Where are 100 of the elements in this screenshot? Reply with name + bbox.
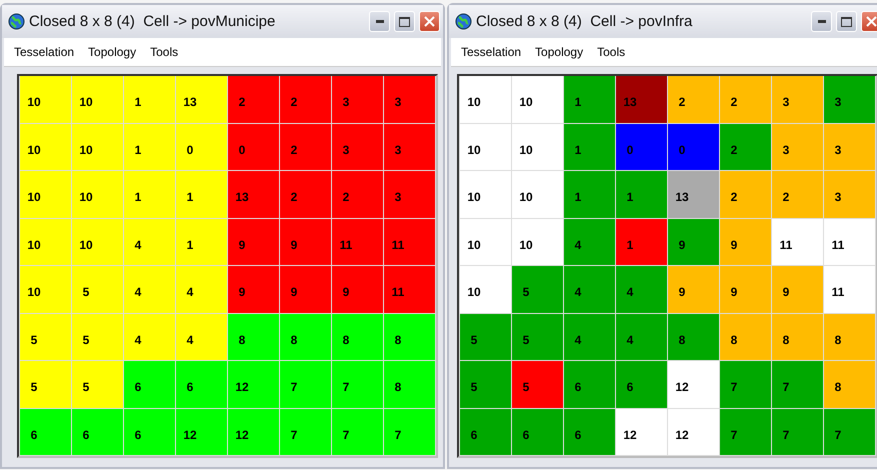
grid-cell: 10 (20, 124, 71, 170)
grid-cell: 10 (72, 171, 123, 218)
minimize-button[interactable] (369, 11, 390, 32)
grid-cell: 4 (616, 314, 667, 360)
close-icon (866, 16, 877, 27)
grid-cell: 8 (280, 314, 331, 360)
grid-cell: 6 (512, 408, 563, 455)
grid-cell: 13 (176, 76, 227, 122)
grid-cell: 11 (824, 218, 875, 265)
grid-cell: 0 (228, 124, 279, 170)
grid-cell: 11 (384, 266, 435, 312)
grid-cell: 9 (668, 266, 719, 312)
grid-cell: 3 (332, 76, 383, 122)
grid-cell: 5 (72, 361, 123, 408)
grid-cell: 8 (228, 314, 279, 360)
grid-cell: 7 (332, 361, 383, 408)
grid-cell: 1 (176, 218, 227, 265)
grid-cell: 4 (124, 266, 175, 312)
grid-cell: 9 (668, 218, 719, 265)
grid-cell: 10 (72, 76, 123, 122)
grid-cell: 4 (564, 314, 615, 360)
grid-cell: 12 (616, 408, 667, 455)
grid-cell: 10 (512, 124, 563, 170)
maximize-button[interactable] (836, 11, 857, 32)
menu-item[interactable]: Topology (535, 45, 584, 59)
minimize-icon (818, 20, 826, 23)
grid-cell: 5 (20, 361, 71, 408)
grid-cell: 2 (668, 76, 719, 122)
grid-cell: 5 (512, 266, 563, 312)
minimize-button[interactable] (811, 11, 832, 32)
grid-cell: 12 (668, 361, 719, 408)
grid-cell: 5 (512, 361, 563, 408)
close-button[interactable] (419, 11, 440, 32)
grid-cell: 6 (564, 408, 615, 455)
grid-cell: 2 (720, 124, 771, 170)
minimize-icon (376, 20, 384, 23)
grid-cell: 9 (228, 218, 279, 265)
globe-icon (8, 13, 25, 30)
grid-cell: 8 (384, 314, 435, 360)
grid-cell: 5 (512, 314, 563, 360)
grid-cell: 6 (616, 361, 667, 408)
grid-cell: 10 (460, 266, 511, 312)
grid-cell: 1 (564, 76, 615, 122)
grid-cell: 6 (460, 408, 511, 455)
grid-cell: 8 (772, 314, 823, 360)
grid-cell: 7 (720, 361, 771, 408)
grid-cell: 9 (772, 266, 823, 312)
menu-item[interactable]: Tesselation (461, 45, 522, 59)
grid-cell: 7 (824, 408, 875, 455)
grid-cell: 9 (280, 266, 331, 312)
menu-item[interactable]: Tools (150, 45, 178, 59)
grid-cell: 2 (720, 171, 771, 218)
grid-cell: 5 (20, 314, 71, 360)
grid-cell: 6 (564, 361, 615, 408)
grid-cell: 2 (720, 76, 771, 122)
grid-cell: 10 (72, 218, 123, 265)
grid-cell: 11 (772, 218, 823, 265)
grid-cell: 7 (772, 361, 823, 408)
grid-cell: 4 (176, 266, 227, 312)
grid-cell: 3 (824, 171, 875, 218)
grid-cell: 1 (124, 171, 175, 218)
grid-cell: 1 (176, 171, 227, 218)
window-title: Closed 8 x 8 (4) Cell -> povInfra (476, 13, 694, 30)
grid-cell: 3 (824, 124, 875, 170)
grid-cell: 3 (772, 76, 823, 122)
grid-cell: 5 (460, 361, 511, 408)
grid-cell: 12 (176, 408, 227, 455)
grid-cell: 2 (332, 171, 383, 218)
grid-cell: 5 (460, 314, 511, 360)
grid-cell: 2 (772, 171, 823, 218)
menu-item[interactable]: Tesselation (14, 45, 74, 59)
grid-cell: 2 (280, 124, 331, 170)
grid-cell: 11 (824, 266, 875, 312)
grid-cell: 10 (460, 124, 511, 170)
grid-cell: 9 (720, 218, 771, 265)
menu-item[interactable]: Tools (597, 45, 626, 59)
grid-cell: 3 (384, 171, 435, 218)
grid-cell: 10 (72, 124, 123, 170)
maximize-icon (399, 16, 410, 26)
grid-cell: 10 (460, 171, 511, 218)
grid-cell: 0 (616, 124, 667, 170)
grid-cell: 10 (460, 76, 511, 122)
grid-cell: 1 (616, 171, 667, 218)
close-button[interactable] (861, 11, 877, 32)
grid-cell: 2 (280, 171, 331, 218)
grid-cell: 10 (20, 218, 71, 265)
menu-item[interactable]: Topology (88, 45, 136, 59)
grid-cell: 11 (384, 218, 435, 265)
grid-cell: 12 (228, 408, 279, 455)
grid-cell: 2 (228, 76, 279, 122)
grid-cell: 3 (384, 76, 435, 122)
grid-cell: 4 (564, 218, 615, 265)
grid-cell: 1 (564, 171, 615, 218)
grid-cell: 6 (20, 408, 71, 455)
grid-cell: 9 (280, 218, 331, 265)
grid-cell: 6 (176, 361, 227, 408)
grid-cell: 8 (824, 361, 875, 408)
grid-cell: 3 (384, 124, 435, 170)
maximize-button[interactable] (394, 11, 415, 32)
grid-cell: 7 (332, 408, 383, 455)
